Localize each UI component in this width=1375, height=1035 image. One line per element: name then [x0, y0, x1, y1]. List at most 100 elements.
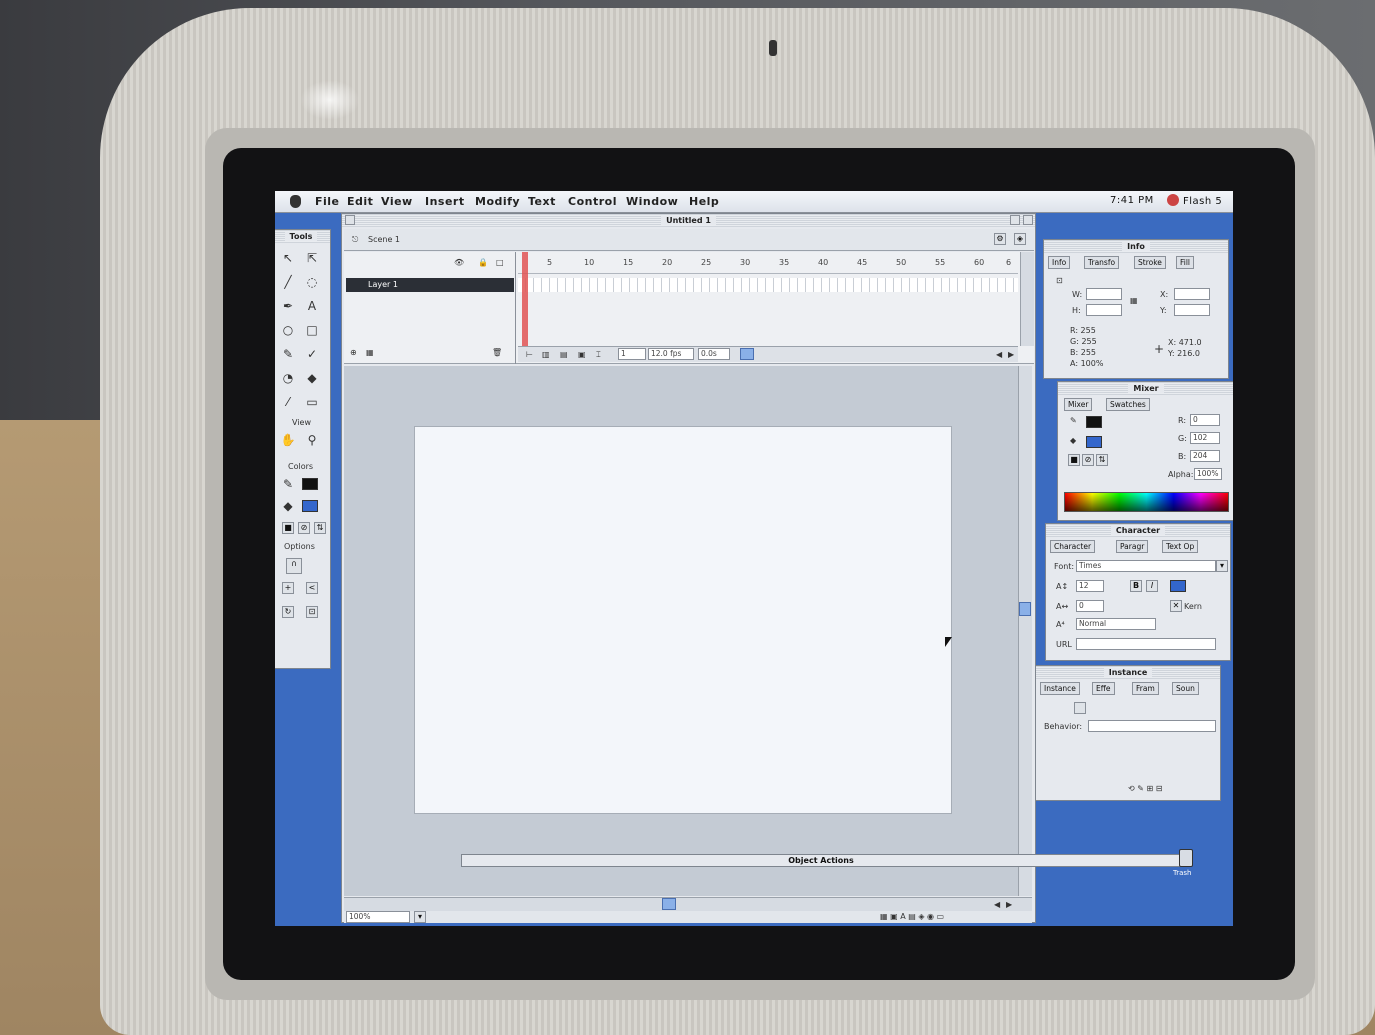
delete-layer-icon[interactable]: 🗑 [492, 348, 502, 357]
instance-action-icons[interactable]: ⟲ ✎ ⊞ ⊟ [1128, 784, 1162, 793]
mixer-alpha-field[interactable]: 100% [1194, 468, 1222, 480]
scroll-right-icon[interactable]: ▶ [1008, 350, 1014, 359]
stage-vscroll-thumb[interactable] [1019, 602, 1031, 616]
onion-markers-icon[interactable]: ⌶ [596, 350, 601, 360]
hscroll-right-icon[interactable]: ▶ [1006, 900, 1012, 909]
add-guide-layer-icon[interactable]: ▦ [366, 348, 374, 357]
mixer-stroke-swatch[interactable] [1086, 416, 1102, 428]
hscroll-left-icon[interactable]: ◀ [994, 900, 1000, 909]
mixer-fill-swatch[interactable] [1086, 436, 1102, 448]
scene-name[interactable]: Scene 1 [368, 235, 400, 244]
timeline-scroll-thumb[interactable] [740, 348, 754, 360]
window-zoom-icon[interactable] [1010, 215, 1020, 225]
edit-symbol-icon[interactable]: ◈ [1014, 233, 1026, 245]
italic-button[interactable]: I [1146, 580, 1158, 592]
frame-ruler[interactable]: 5 10 15 20 25 30 35 40 45 50 55 60 6 [518, 252, 1018, 274]
menu-file[interactable]: File [315, 195, 340, 208]
paint-bucket-icon[interactable]: ◆ [302, 368, 322, 388]
outline-icon[interactable]: □ [496, 258, 504, 267]
stage-vscroll[interactable] [1018, 366, 1032, 896]
onion-outline-icon[interactable]: ▤ [560, 350, 568, 359]
fill-color-swatch[interactable] [302, 500, 318, 512]
arrow-icon[interactable]: ↖ [278, 248, 298, 268]
swap-colors-icon[interactable]: ⇅ [314, 522, 326, 534]
mixer-r-field[interactable]: 0 [1190, 414, 1220, 426]
stroke-color-swatch[interactable] [302, 478, 318, 490]
hand-icon[interactable]: ✋ [278, 430, 298, 450]
tab-text-options[interactable]: Text Op [1162, 540, 1199, 553]
stage-hscroll-thumb[interactable] [662, 898, 676, 910]
tab-fill[interactable]: Fill [1176, 256, 1195, 269]
mixer-none-icon[interactable]: ⊘ [1082, 454, 1094, 466]
menu-text[interactable]: Text [528, 195, 556, 208]
lock-icon[interactable]: 🔒 [478, 258, 488, 267]
font-field[interactable]: Times [1076, 560, 1216, 572]
registration-icon[interactable]: ▦ [1130, 296, 1138, 305]
height-field[interactable] [1086, 304, 1122, 316]
trash-icon[interactable]: Trash [1173, 849, 1199, 879]
font-dropdown-icon[interactable]: ▾ [1216, 560, 1228, 572]
text-tool-icon[interactable]: A [302, 296, 322, 316]
tab-info[interactable]: Info [1048, 256, 1071, 269]
menu-view[interactable]: View [381, 195, 413, 208]
ink-bottle-icon[interactable]: ◔ [278, 368, 298, 388]
kern-checkbox[interactable]: ✕ [1170, 600, 1182, 612]
menu-modify[interactable]: Modify [475, 195, 520, 208]
timeline-vscroll[interactable] [1020, 252, 1034, 346]
pen-icon[interactable]: ✒ [278, 296, 298, 316]
tab-stroke[interactable]: Stroke [1134, 256, 1166, 269]
straighten-icon[interactable]: < [306, 582, 318, 594]
width-field[interactable] [1086, 288, 1122, 300]
tab-character[interactable]: Character [1050, 540, 1096, 553]
text-color-swatch[interactable] [1170, 580, 1186, 592]
layer-row[interactable]: Layer 1 [346, 278, 514, 292]
menu-control[interactable]: Control [568, 195, 617, 208]
mixer-stroke-icon[interactable]: ✎ [1070, 416, 1077, 425]
menu-window[interactable]: Window [626, 195, 678, 208]
subselect-icon[interactable]: ⇱ [302, 248, 322, 268]
eyedropper-icon[interactable]: ⁄ [278, 392, 298, 412]
menu-clock[interactable]: 7:41 PM [1110, 195, 1154, 206]
fill-color-icon[interactable]: ◆ [278, 496, 298, 516]
eraser-icon[interactable]: ▭ [302, 392, 322, 412]
mixer-swap-icon[interactable]: ⇅ [1096, 454, 1108, 466]
tracking-field[interactable]: 0 [1076, 600, 1104, 612]
zoom-dropdown-icon[interactable]: ▾ [414, 911, 426, 923]
x-field[interactable] [1174, 288, 1210, 300]
line-icon[interactable]: ╱ [278, 272, 298, 292]
bold-button[interactable]: B [1130, 580, 1142, 592]
mixer-g-field[interactable]: 102 [1190, 432, 1220, 444]
stage-hscroll[interactable]: ◀ ▶ [344, 897, 1032, 911]
menu-edit[interactable]: Edit [347, 195, 373, 208]
scroll-left-icon[interactable]: ◀ [996, 350, 1002, 359]
magnet-icon[interactable]: ∩ [286, 558, 302, 574]
menu-help[interactable]: Help [689, 195, 719, 208]
frame-row[interactable] [518, 278, 1018, 292]
rectangle-icon[interactable]: □ [302, 320, 322, 340]
menu-insert[interactable]: Insert [425, 195, 465, 208]
mixer-fill-icon[interactable]: ◆ [1070, 436, 1076, 445]
window-collapse-icon[interactable] [1023, 215, 1033, 225]
window-close-icon[interactable] [345, 215, 355, 225]
color-ramp[interactable] [1064, 492, 1229, 512]
stage-canvas[interactable] [414, 426, 952, 814]
url-field[interactable] [1076, 638, 1216, 650]
brush-icon[interactable]: ✓ [302, 344, 322, 364]
position-select[interactable]: Normal [1076, 618, 1156, 630]
oval-icon[interactable]: ○ [278, 320, 298, 340]
frame-rate-field[interactable]: 12.0 fps [648, 348, 694, 360]
rotate-icon[interactable]: ↻ [282, 606, 294, 618]
launcher-icons[interactable]: ▦ ▣ A ▤ ◈ ◉ ▭ [880, 912, 944, 921]
eye-icon[interactable]: 👁 [454, 258, 464, 267]
tab-effect[interactable]: Effe [1092, 682, 1115, 695]
zoom-icon[interactable]: ⚲ [302, 430, 322, 450]
edit-multiple-icon[interactable]: ▣ [578, 350, 586, 359]
behavior-select[interactable] [1088, 720, 1216, 732]
scale-icon[interactable]: ⊡ [306, 606, 318, 618]
app-switcher[interactable]: Flash 5 [1167, 194, 1222, 207]
apple-icon[interactable] [290, 195, 301, 208]
font-size-field[interactable]: 12 [1076, 580, 1104, 592]
tab-instance[interactable]: Instance [1040, 682, 1080, 695]
y-field[interactable] [1174, 304, 1210, 316]
edit-scene-icon[interactable]: ⚙ [994, 233, 1006, 245]
